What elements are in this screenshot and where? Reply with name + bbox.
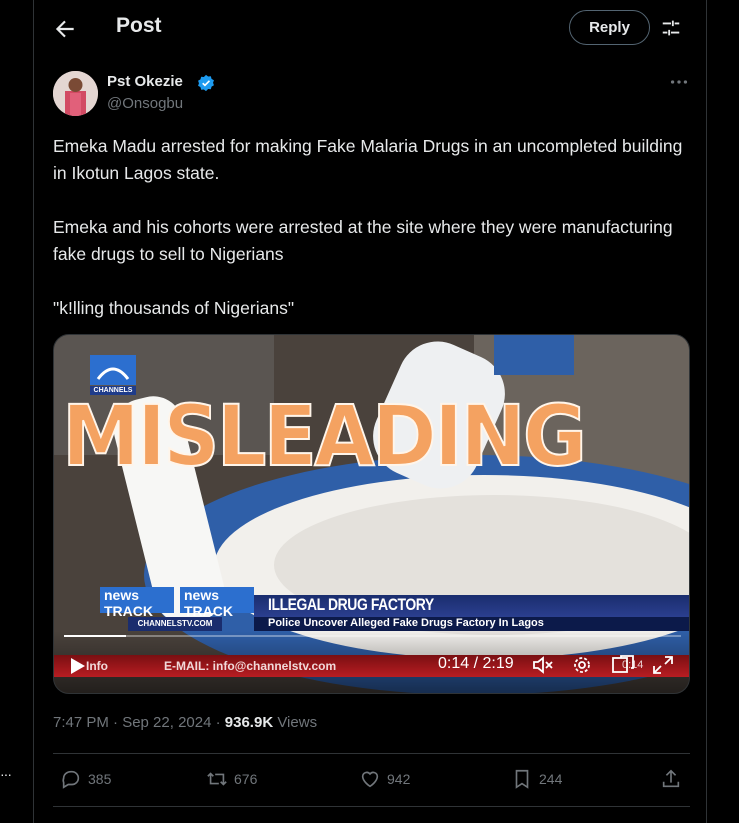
play-icon[interactable] xyxy=(68,657,86,675)
more-menu-icon[interactable]: ··· xyxy=(0,766,12,782)
video-progress-bar[interactable] xyxy=(64,635,681,637)
post-timestamp[interactable]: 7:47 PM · Sep 22, 2024 · xyxy=(53,714,225,731)
ticker-info-label: Info xyxy=(86,659,108,673)
like-action[interactable]: 942 xyxy=(359,766,410,792)
picture-in-picture-icon[interactable] xyxy=(612,655,634,675)
tweet-paragraph: Emeka and his cohorts were arrested at t… xyxy=(53,217,673,264)
reply-button[interactable]: Reply xyxy=(569,10,650,45)
post-meta: 7:47 PM · Sep 22, 2024 · 936.9K Views xyxy=(53,714,317,731)
tweet-paragraph: Emeka Madu arrested for making Fake Mala… xyxy=(53,136,683,183)
misleading-label: MISLEADING xyxy=(61,386,588,486)
ticker-text: E-MAIL: info@channelstv.com xyxy=(164,659,337,673)
author-name[interactable]: Pst Okezie xyxy=(107,73,183,90)
heart-icon xyxy=(361,771,379,788)
divider xyxy=(53,806,690,807)
reply-count: 385 xyxy=(88,771,112,787)
tweet-text: Emeka Madu arrested for making Fake Mala… xyxy=(53,133,693,322)
video-player[interactable]: CHANNELS MISLEADING news TRACK news TRAC… xyxy=(53,334,690,694)
views-label: Views xyxy=(273,714,318,731)
bookmark-action[interactable]: 244 xyxy=(511,766,562,792)
verified-badge-icon xyxy=(198,74,214,92)
share-action[interactable] xyxy=(660,766,682,792)
page-title: Post xyxy=(116,14,162,37)
back-arrow-icon[interactable] xyxy=(52,16,78,42)
more-options-icon[interactable] xyxy=(668,72,690,92)
fullscreen-icon[interactable] xyxy=(652,655,674,675)
video-progress-fill xyxy=(64,635,126,637)
reply-action[interactable]: 385 xyxy=(60,766,111,792)
news-subheadline: Police Uncover Alleged Fake Drugs Factor… xyxy=(268,617,544,629)
repost-action[interactable]: 676 xyxy=(206,766,257,792)
news-headline: ILLEGAL DRUG FACTORY xyxy=(268,595,434,614)
video-controls: Info E-MAIL: info@channelstv.com 0:14 / … xyxy=(54,631,689,693)
reply-icon xyxy=(62,770,80,789)
post-header: Post Reply xyxy=(34,0,706,56)
tweet-paragraph: "k!lling thousands of Nigerians" xyxy=(53,298,295,318)
avatar[interactable] xyxy=(53,71,98,116)
bookmark-icon xyxy=(515,769,529,789)
channel-site: CHANNELSTV.COM xyxy=(128,617,222,631)
share-icon xyxy=(662,769,680,788)
post-column: Post Reply Pst Okezie @Onsogbu Emeka Mad… xyxy=(33,0,707,823)
news-track-badge: news TRACK xyxy=(100,587,174,619)
filter-settings-icon[interactable] xyxy=(660,17,682,39)
like-count: 942 xyxy=(387,771,411,787)
divider xyxy=(53,753,690,754)
mute-icon[interactable] xyxy=(532,655,554,675)
news-ticker xyxy=(54,655,689,677)
repost-count: 676 xyxy=(234,771,258,787)
news-track-badge: news TRACK xyxy=(180,587,254,619)
settings-gear-icon[interactable] xyxy=(572,655,592,675)
views-count: 936.9K xyxy=(224,714,274,731)
bookmark-count: 244 xyxy=(539,771,563,787)
repost-icon xyxy=(207,772,227,786)
channels-logo-mark xyxy=(90,355,136,385)
video-time: 0:14 / 2:19 xyxy=(438,655,514,672)
avatar-image xyxy=(53,71,98,116)
news-lower-third: news TRACK news TRACK ILLEGAL DRUG FACTO… xyxy=(54,587,689,631)
author-handle[interactable]: @Onsogbu xyxy=(107,95,183,112)
